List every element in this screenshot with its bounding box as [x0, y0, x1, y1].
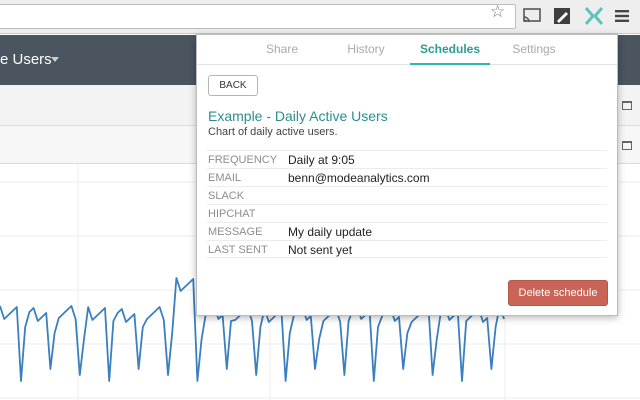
detail-label: SLACK — [208, 190, 245, 202]
menu-icon[interactable] — [612, 6, 632, 26]
window-icon[interactable] — [622, 141, 632, 150]
detail-row-last-sent: LAST SENT Not sent yet — [207, 240, 607, 258]
delete-schedule-button[interactable]: Delete schedule — [508, 280, 608, 306]
detail-value: Not sent yet — [288, 243, 353, 257]
tab-share[interactable]: Share — [245, 35, 319, 65]
tab-schedules[interactable]: Schedules — [410, 35, 490, 65]
detail-value: My daily update — [288, 225, 373, 239]
detail-label: FREQUENCY — [208, 154, 278, 166]
mode-extension-icon[interactable] — [584, 6, 604, 26]
schedule-details: FREQUENCY Daily at 9:05 EMAIL benn@modea… — [207, 150, 607, 258]
window-icon[interactable] — [622, 101, 632, 110]
cast-icon[interactable] — [522, 6, 542, 26]
detail-row-message: MESSAGE My daily update — [207, 222, 607, 240]
detail-row-frequency: FREQUENCY Daily at 9:05 — [207, 150, 607, 168]
edit-icon[interactable] — [552, 6, 572, 26]
tab-history[interactable]: History — [329, 35, 403, 65]
address-bar[interactable] — [0, 4, 516, 29]
detail-row-hipchat: HIPCHAT — [207, 204, 607, 222]
detail-label: LAST SENT — [208, 244, 268, 256]
star-icon[interactable]: ☆ — [490, 4, 505, 21]
report-description: Chart of daily active users. — [208, 126, 338, 138]
chevron-down-icon[interactable] — [51, 57, 59, 62]
browser-toolbar: ☆ — [0, 0, 640, 34]
report-title[interactable]: Example - Daily Active Users — [208, 108, 388, 124]
detail-value: benn@modeanalytics.com — [288, 171, 430, 185]
detail-label: EMAIL — [208, 172, 242, 184]
popup-tabs: Share History Schedules Settings — [197, 35, 617, 65]
detail-row-email: EMAIL benn@modeanalytics.com — [207, 168, 607, 186]
detail-label: MESSAGE — [208, 226, 263, 238]
tab-settings[interactable]: Settings — [497, 35, 571, 65]
back-button[interactable]: BACK — [208, 75, 258, 96]
schedules-popup: Share History Schedules Settings BACK Ex… — [196, 34, 618, 316]
detail-label: HIPCHAT — [208, 208, 256, 220]
report-selector[interactable]: e Users — [0, 51, 52, 68]
detail-value: Daily at 9:05 — [288, 153, 355, 167]
detail-row-slack: SLACK — [207, 186, 607, 204]
